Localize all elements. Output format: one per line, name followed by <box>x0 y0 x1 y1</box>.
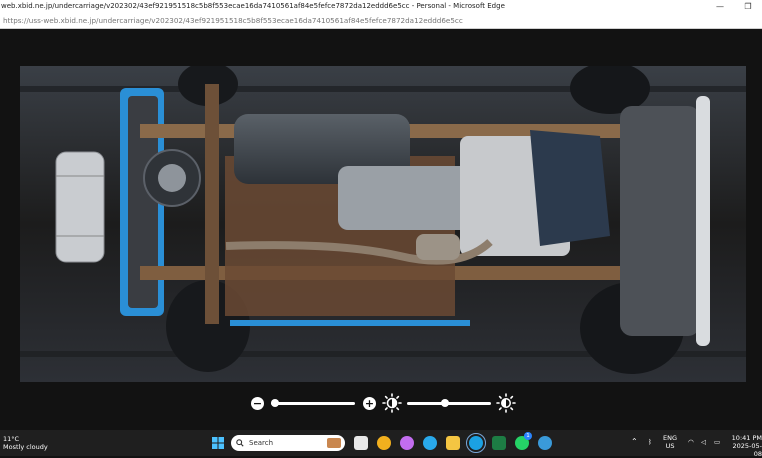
file-explorer-icon[interactable] <box>446 436 460 450</box>
taskbar: 11°C Mostly cloudy Search 1 ⌃ ᛒ ENG US ◠… <box>0 430 762 458</box>
clock-time: 10:41 PM <box>731 434 762 442</box>
lang-bottom: US <box>665 442 675 450</box>
brightness-slider-handle[interactable] <box>441 399 449 407</box>
edge-icon[interactable] <box>466 433 486 453</box>
language-indicator[interactable]: ENG US <box>663 434 677 450</box>
zoom-out-button[interactable]: − <box>251 397 264 410</box>
brightness-up-icon[interactable] <box>496 393 516 413</box>
search-highlight-icon <box>327 438 341 448</box>
windows-start-icon[interactable] <box>211 436 225 450</box>
battery-icon[interactable]: ▭ <box>714 438 720 446</box>
task-view-icon[interactable] <box>354 436 368 450</box>
volume-icon[interactable]: ◁ <box>701 438 706 446</box>
clock[interactable]: 10:41 PM 2025-05-08 <box>730 434 762 458</box>
minimize-icon[interactable]: — <box>706 0 734 12</box>
wifi-icon[interactable]: ◠ <box>688 438 694 446</box>
weather-widget[interactable]: 11°C Mostly cloudy <box>3 435 48 451</box>
copilot-icon[interactable] <box>400 436 414 450</box>
image-viewer: − + <box>0 29 762 430</box>
window-title-bar: web.xbid.ne.jp/undercarriage/v202302/43e… <box>0 0 762 12</box>
address-bar[interactable]: https://uss-web.xbid.ne.jp/undercarriage… <box>0 12 762 29</box>
zoom-slider-track[interactable] <box>271 402 355 405</box>
undercarriage-illustration <box>20 66 746 382</box>
window-title: web.xbid.ne.jp/undercarriage/v202302/43e… <box>1 2 505 10</box>
search-box[interactable]: Search <box>231 435 345 451</box>
search-placeholder: Search <box>249 439 274 447</box>
restore-icon[interactable]: ❐ <box>734 0 762 12</box>
zoom-in-button[interactable]: + <box>363 397 376 410</box>
brightness-slider-track[interactable] <box>407 402 491 405</box>
whatsapp-badge: 1 <box>524 432 532 440</box>
chevron-up-icon[interactable]: ⌃ <box>631 438 638 446</box>
excel-icon[interactable] <box>492 436 506 450</box>
brightness-down-icon[interactable] <box>382 393 402 413</box>
search-icon <box>236 439 244 447</box>
chrome-icon[interactable] <box>377 436 391 450</box>
telegram-icon[interactable] <box>423 436 437 450</box>
zoom-slider-handle[interactable] <box>271 399 279 407</box>
weather-desc: Mostly cloudy <box>3 443 48 451</box>
undercarriage-image <box>20 66 746 382</box>
url-text[interactable]: https://uss-web.xbid.ne.jp/undercarriage… <box>3 16 463 25</box>
bluetooth-icon[interactable]: ᛒ <box>648 438 652 446</box>
globe-app-icon[interactable] <box>538 436 552 450</box>
whatsapp-icon[interactable]: 1 <box>515 432 532 450</box>
lang-top: ENG <box>663 434 678 442</box>
weather-temp: 11°C <box>3 435 20 443</box>
